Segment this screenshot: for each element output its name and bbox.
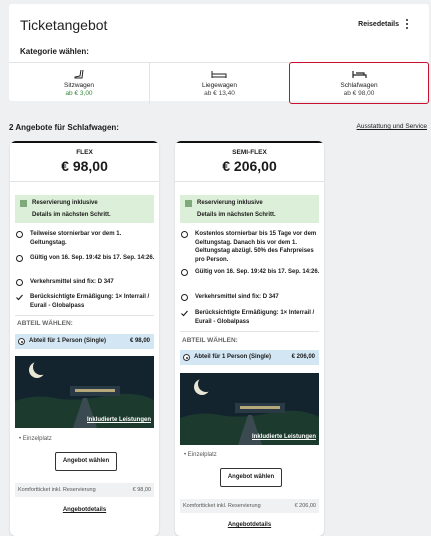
komfort-label: Komfortticket inkl. Reservierung: [18, 487, 96, 493]
einzelplatz-text: Einzelplatz: [22, 436, 52, 442]
category-name: Sitzwagen: [64, 82, 94, 89]
komfort-row: Komfortticket inkl. Reservierung € 98,00: [15, 483, 154, 497]
category-liegewagen[interactable]: Liegewagen ab € 13,40: [150, 63, 289, 104]
komfort-label: Komfortticket inkl. Reservierung: [183, 503, 261, 509]
komfort-price: € 98,00: [132, 487, 151, 493]
included-services-link[interactable]: Inkludierte Leistungen: [87, 417, 151, 423]
category-price: ab € 98,00: [343, 90, 375, 97]
checkbox-checked-icon: [185, 200, 192, 207]
category-price: ab € 13,40: [204, 90, 235, 97]
reisedetails-button[interactable]: Reisedetails: [358, 21, 399, 28]
option-label: Abteil für 1 Person (Single): [29, 338, 107, 344]
category-name: Schlafwagen: [340, 82, 378, 89]
offer-price: € 206,00: [222, 158, 277, 174]
feature-discount: Berücksichtigte Ermäßigung: 1× Interrail…: [195, 310, 315, 325]
check-icon: [181, 310, 188, 317]
category-schlafwagen[interactable]: Schlafwagen ab € 98,00: [289, 62, 429, 104]
divider: [15, 315, 154, 316]
category-label: Kategorie wählen:: [20, 47, 89, 56]
select-offer-button[interactable]: Angebot wählen: [55, 452, 117, 471]
divider: [180, 331, 319, 332]
info-icon: [181, 231, 188, 238]
reservation-box: Reservierung inklusive Details im nächst…: [180, 195, 319, 223]
check-icon: [16, 294, 23, 301]
feature-discount: Berücksichtigte Ermäßigung: 1× Interrail…: [30, 294, 150, 309]
reservation-text: Reservierung inklusive: [32, 200, 98, 206]
offer-price: € 98,00: [61, 158, 108, 174]
couchette-icon: [211, 71, 227, 78]
offer-details-link[interactable]: Angebotdetails: [10, 507, 159, 513]
more-vertical-icon[interactable]: [405, 19, 409, 29]
abteil-label: ABTEIL WÄHLEN:: [182, 337, 238, 344]
reservation-box: Reservierung inklusive Details im nächst…: [15, 195, 154, 223]
offer-name: FLEX: [76, 149, 93, 156]
page-title: Ticketangebot: [20, 17, 108, 33]
feature-transport: Verkehrsmittel sind fix: D 347: [30, 279, 114, 285]
option-price: € 206,00: [291, 354, 315, 360]
reservation-details: Details im nächsten Schritt.: [32, 212, 111, 218]
train-icon: [16, 279, 23, 286]
feature-cancellation: Teilweise stornierbar vor dem 1. Geltung…: [30, 231, 122, 246]
feature-validity: Gültig von 16. Sep. 19:42 bis 17. Sep. 1…: [195, 269, 320, 275]
category-sitzwagen[interactable]: Sitzwagen ab € 3,00: [9, 63, 149, 104]
bed-icon: [352, 71, 367, 78]
reservation-text: Reservierung inklusive: [197, 200, 263, 206]
clock-icon: [16, 255, 23, 262]
feature-transport: Verkehrsmittel sind fix: D 347: [195, 294, 279, 300]
offer-card-semi-flex: SEMI-FLEX € 206,00 Reservierung inklusiv…: [175, 141, 324, 536]
compartment-option[interactable]: Abteil für 1 Person (Single) € 206,00: [180, 350, 319, 365]
compartment-image: Inkludierte Leistungen: [15, 356, 154, 428]
offer-card-flex: FLEX € 98,00 Reservierung inklusive Deta…: [10, 141, 159, 536]
abteil-label: ABTEIL WÄHLEN:: [17, 320, 73, 327]
reservation-details: Details im nächsten Schritt.: [197, 212, 276, 218]
radio-selected-icon[interactable]: [18, 338, 25, 345]
offer-header: FLEX € 98,00: [10, 141, 159, 182]
feature-cancellation: Kostenlos stornierbar bis 15 Tage vor de…: [195, 231, 317, 263]
option-label: Abteil für 1 Person (Single): [194, 354, 272, 360]
train-icon: [181, 294, 188, 301]
komfort-row: Komfortticket inkl. Reservierung € 206,0…: [180, 499, 319, 513]
ticket-offer-card: Ticketangebot Reisedetails Kategorie wäh…: [9, 4, 429, 104]
compartment-image: Inkludierte Leistungen: [180, 373, 319, 445]
offer-header: SEMI-FLEX € 206,00: [175, 141, 324, 182]
einzelplatz-label: • Einzelplatz: [184, 452, 217, 458]
einzelplatz-text: Einzelplatz: [187, 452, 217, 458]
offer-details-link[interactable]: Angebotdetails: [175, 522, 324, 528]
offer-name: SEMI-FLEX: [232, 149, 267, 156]
checkbox-checked-icon: [20, 200, 27, 207]
einzelplatz-label: • Einzelplatz: [19, 436, 52, 442]
select-offer-button[interactable]: Angebot wählen: [220, 468, 282, 487]
category-name: Liegewagen: [201, 82, 238, 89]
radio-selected-icon[interactable]: [183, 354, 190, 361]
offers-heading: 2 Angebote für Schlafwagen:: [9, 123, 119, 132]
clock-icon: [181, 269, 188, 276]
category-price: ab € 3,00: [65, 90, 93, 97]
included-services-link[interactable]: Inkludierte Leistungen: [252, 434, 316, 440]
info-icon: [16, 231, 23, 238]
feature-validity: Gültig von 16. Sep. 19:42 bis 17. Sep. 1…: [30, 255, 155, 261]
compartment-option[interactable]: Abteil für 1 Person (Single) € 98,00: [15, 334, 154, 349]
ausstattung-link[interactable]: Ausstattung und Service: [357, 123, 427, 130]
option-price: € 98,00: [129, 338, 150, 344]
seat-icon: [74, 70, 84, 79]
category-selector: Sitzwagen ab € 3,00 Liegewagen ab € 13,4…: [9, 62, 429, 104]
komfort-price: € 206,00: [294, 503, 316, 509]
